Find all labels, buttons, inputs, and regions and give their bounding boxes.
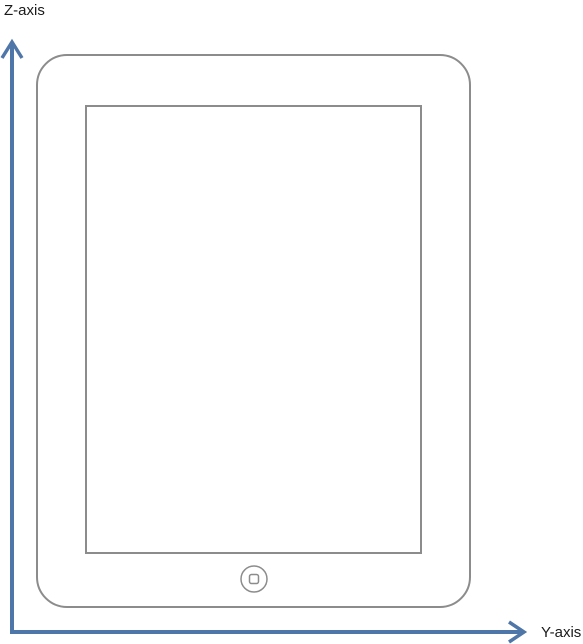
- tablet-body-outline: [36, 54, 471, 608]
- ipad-axes-diagram: [0, 38, 528, 644]
- z-axis-label: Z-axis: [4, 2, 45, 19]
- y-axis: [10, 620, 528, 644]
- z-axis: [0, 38, 24, 632]
- home-button-icon: [240, 565, 268, 593]
- y-axis-label: Y-axis: [541, 624, 582, 641]
- tablet-screen-outline: [85, 105, 422, 554]
